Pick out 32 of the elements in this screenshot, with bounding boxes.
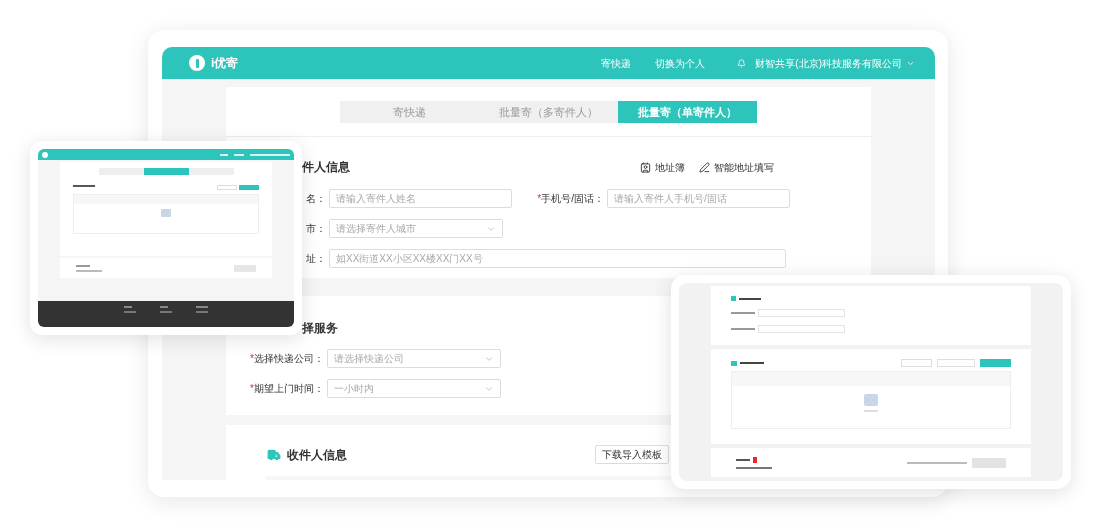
field-label: 选择快递公司： (254, 352, 324, 366)
select-field[interactable]: 请选择寄件人城市 (329, 219, 503, 238)
action-link[interactable]: 智能地址填写 (699, 159, 774, 175)
field-label: 手机号/固话： (541, 192, 604, 206)
select-field[interactable]: 请选择快递公司 (327, 349, 501, 368)
contact-card-icon (640, 161, 651, 173)
download-template-button[interactable]: 下载导入模板 (595, 445, 669, 464)
pencil-icon (699, 161, 710, 173)
section-title: 件人信息 (302, 159, 350, 176)
field-label: 址： (306, 252, 326, 266)
tab[interactable]: 寄快递 (340, 101, 479, 123)
section-title: 收件人信息 (287, 446, 347, 464)
input-field[interactable]: 请输入寄件人姓名 (329, 189, 512, 208)
required-mark: * (537, 192, 542, 206)
nav-link[interactable]: 寄快递 (601, 55, 632, 71)
notification-bell-icon[interactable] (737, 58, 747, 68)
required-mark: * (250, 382, 254, 396)
input-field[interactable]: 如XX街道XX小区XX楼XX门XX号 (329, 249, 786, 268)
tab[interactable]: 批量寄（单寄件人） (618, 101, 757, 123)
logo-text: i优寄 (211, 55, 239, 72)
logo-icon (189, 55, 205, 71)
input-field[interactable]: 请输入寄件人手机号/固话 (607, 189, 790, 208)
account-menu[interactable]: 财智共享(北京)科技服务有限公司 (755, 55, 915, 71)
field-label: 期望上门时间： (254, 382, 324, 396)
field-label: 名： (306, 192, 326, 206)
truck-icon (267, 447, 281, 462)
tab[interactable]: 批量寄（多寄件人） (479, 101, 618, 123)
required-mark: * (250, 352, 254, 366)
nav-link[interactable]: 切换为个人 (655, 55, 706, 71)
section-title: 择服务 (302, 320, 339, 337)
action-link[interactable]: 地址簿 (640, 159, 685, 175)
field-label: 市： (306, 222, 326, 236)
